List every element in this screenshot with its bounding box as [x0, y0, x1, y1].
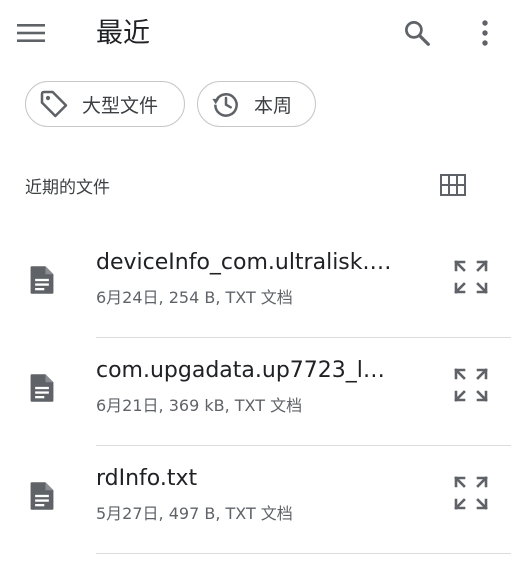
document-icon — [28, 372, 56, 404]
row-divider — [96, 552, 511, 554]
more-options-button[interactable] — [466, 14, 504, 52]
document-icon — [28, 480, 56, 512]
search-icon — [402, 18, 432, 48]
app-bar: 最近 — [0, 0, 511, 68]
expand-icon — [453, 367, 489, 403]
section-title: 近期的文件 — [25, 178, 110, 198]
file-name: com.upgadata.up7723_lo... — [96, 358, 396, 383]
file-row[interactable]: com.upgadata.up7723_lo... 6月21日, 369 kB,… — [0, 338, 511, 446]
search-button[interactable] — [398, 14, 436, 52]
expand-preview-button[interactable] — [450, 256, 492, 298]
history-icon — [210, 88, 242, 120]
more-vert-icon — [480, 19, 490, 47]
menu-icon — [16, 21, 46, 45]
chip-this-week-label: 本周 — [254, 94, 293, 117]
file-row[interactable]: rdInfo.txt 5月27日, 497 B, TXT 文档 — [0, 446, 511, 554]
grid-view-icon — [440, 174, 466, 196]
file-name: deviceInfo_com.ultralisk.g... — [96, 250, 396, 275]
expand-preview-button[interactable] — [450, 472, 492, 514]
menu-button[interactable] — [12, 14, 50, 52]
page-title: 最近 — [96, 18, 150, 49]
chip-this-week[interactable]: 本周 — [197, 81, 316, 127]
tag-icon — [38, 88, 70, 120]
file-meta: 6月21日, 369 kB, TXT 文档 — [96, 396, 303, 415]
expand-icon — [453, 259, 489, 295]
grid-view-toggle[interactable] — [436, 168, 470, 202]
document-icon — [28, 264, 56, 296]
expand-preview-button[interactable] — [450, 364, 492, 406]
file-row[interactable]: deviceInfo_com.ultralisk.g... 6月24日, 254… — [0, 230, 511, 338]
file-meta: 6月24日, 254 B, TXT 文档 — [96, 288, 293, 307]
file-name: rdInfo.txt — [96, 466, 198, 491]
file-meta: 5月27日, 497 B, TXT 文档 — [96, 504, 293, 523]
chip-large-files[interactable]: 大型文件 — [25, 81, 185, 127]
chip-large-files-label: 大型文件 — [82, 94, 159, 117]
expand-icon — [453, 475, 489, 511]
